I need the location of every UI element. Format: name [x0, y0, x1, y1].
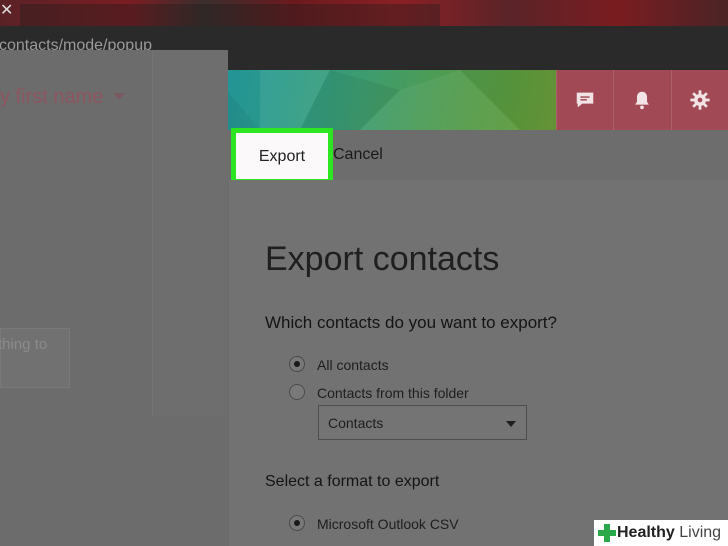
- header-actions: [556, 70, 728, 130]
- option-folder-contacts-label[interactable]: Contacts from this folder: [317, 385, 469, 401]
- notifications-button[interactable]: [613, 70, 670, 130]
- export-button[interactable]: Export: [231, 128, 333, 184]
- radio-all-contacts[interactable]: [289, 356, 305, 372]
- cross-logo-icon: [598, 524, 616, 542]
- chat-icon: [576, 92, 594, 108]
- watermark-brand-light: Living: [679, 524, 722, 541]
- radio-outlook-csv[interactable]: [289, 515, 305, 531]
- watermark-logo: Healthy Living: [594, 520, 728, 546]
- sort-chevron-down-icon[interactable]: [113, 93, 125, 100]
- browser-tabstrip: ✕: [0, 0, 728, 26]
- sort-by-label[interactable]: y first name: [0, 86, 103, 109]
- close-tab-icon[interactable]: ✕: [0, 1, 14, 23]
- gear-icon: [690, 90, 710, 110]
- option-outlook-csv-label[interactable]: Microsoft Outlook CSV: [317, 516, 459, 532]
- folder-select[interactable]: Contacts: [318, 405, 527, 440]
- settings-button[interactable]: [670, 70, 728, 130]
- search-placeholder-text: thing to: [0, 336, 48, 353]
- watermark-brand-bold: Healthy: [617, 524, 675, 541]
- panel-title: Export contacts: [265, 240, 500, 278]
- watermark-text: Healthy Living: [617, 524, 721, 542]
- chevron-down-icon: [506, 421, 516, 427]
- folder-select-value: Contacts: [328, 415, 384, 431]
- chat-button[interactable]: [556, 70, 613, 130]
- export-button-label: Export: [258, 148, 306, 165]
- browser-tab[interactable]: [20, 4, 440, 26]
- bell-icon: [635, 91, 650, 110]
- cancel-button[interactable]: Cancel: [333, 146, 383, 164]
- option-all-contacts-label[interactable]: All contacts: [317, 357, 389, 373]
- contacts-question: Which contacts do you want to export?: [265, 313, 557, 332]
- middle-pane: [153, 50, 228, 416]
- radio-folder-contacts[interactable]: [289, 384, 305, 400]
- format-question: Select a format to export: [265, 473, 440, 490]
